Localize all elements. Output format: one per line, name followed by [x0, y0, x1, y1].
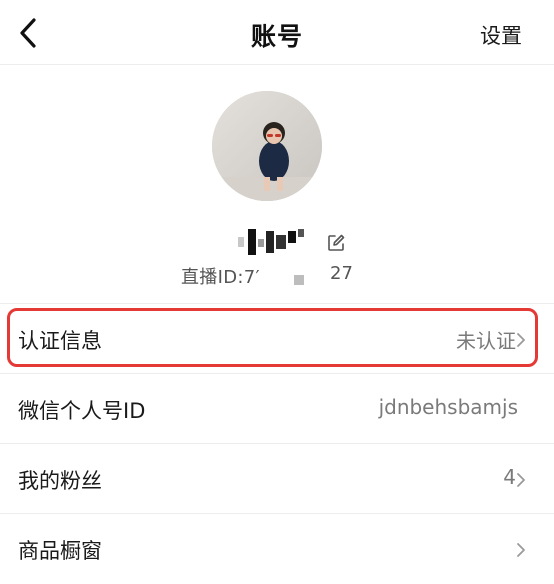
username-redacted — [238, 229, 304, 255]
row-label-wechat-id: 微信个人号ID — [18, 399, 146, 423]
row-followers[interactable]: 我的粉丝 4 — [0, 443, 554, 514]
live-id-suffix: 27 — [330, 263, 353, 284]
row-wechat-id[interactable]: 微信个人号ID jdnbehsbamjs — [0, 373, 554, 444]
settings-button[interactable]: 设置 — [480, 20, 522, 50]
avatar-photo — [212, 91, 322, 201]
page-title: 账号 — [250, 22, 303, 51]
username-row — [0, 227, 554, 257]
row-value-verification: 未认证 — [456, 329, 516, 353]
edit-icon[interactable] — [326, 233, 346, 253]
chevron-right-icon — [517, 333, 525, 347]
avatar[interactable] — [212, 91, 322, 201]
row-showcase[interactable]: 商品橱窗 — [0, 513, 554, 584]
live-id-label: 直播ID:7′ — [181, 267, 260, 288]
row-label-showcase: 商品橱窗 — [18, 539, 102, 563]
row-value-wechat-id: jdnbehsbamjs — [378, 395, 518, 419]
live-id-redacted — [294, 275, 304, 285]
row-label-verification: 认证信息 — [18, 329, 102, 353]
top-nav-bar: 账号 设置 — [0, 0, 554, 65]
row-label-followers: 我的粉丝 — [18, 469, 102, 493]
chevron-right-icon — [517, 543, 525, 557]
row-value-followers: 4 — [503, 465, 516, 489]
profile-header: 直播ID:7′ 27 — [0, 65, 554, 296]
chevron-right-icon — [517, 473, 525, 487]
row-verification[interactable]: 认证信息 未认证 — [0, 303, 554, 374]
